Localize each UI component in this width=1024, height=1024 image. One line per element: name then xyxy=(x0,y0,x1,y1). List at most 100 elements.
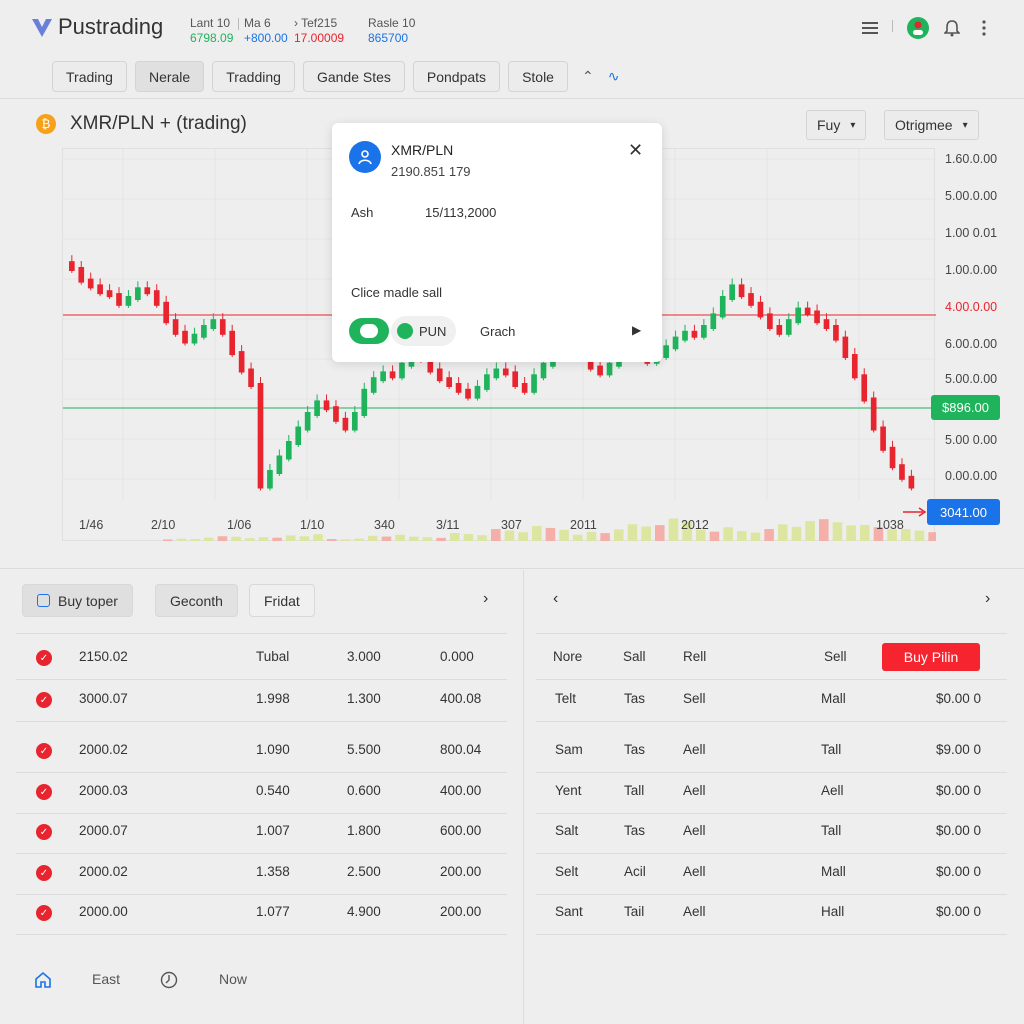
graph-link[interactable]: Grach xyxy=(480,324,515,339)
table-cell: Tall xyxy=(821,742,842,757)
volume-bar xyxy=(914,530,925,541)
user-icon[interactable] xyxy=(906,16,930,40)
table-cell: Aell xyxy=(683,904,706,919)
candle xyxy=(663,345,669,358)
footer-now[interactable]: Now xyxy=(219,971,247,987)
tab-stole[interactable]: Stole xyxy=(508,61,568,92)
y-axis-label: 5.00.0.00 xyxy=(945,372,998,386)
candle xyxy=(484,374,490,390)
tab-tradding[interactable]: Tradding xyxy=(212,61,295,92)
candle xyxy=(182,330,188,344)
play-icon[interactable]: ▶ xyxy=(632,323,641,337)
table-cell: 1.998 xyxy=(256,691,290,706)
option-select[interactable]: Otrigmee ▾ xyxy=(884,110,979,140)
candle xyxy=(97,284,103,295)
candle xyxy=(889,446,896,469)
clock-icon[interactable] xyxy=(160,971,178,992)
column-header: Sall xyxy=(623,649,646,664)
close-icon[interactable]: ✕ xyxy=(628,140,643,161)
candle xyxy=(172,319,179,335)
table-cell: Tas xyxy=(624,691,646,706)
candle xyxy=(738,284,745,298)
volume-bar xyxy=(395,534,405,541)
volume-bar xyxy=(176,538,187,541)
table-cell: Salt xyxy=(555,823,579,838)
candle xyxy=(493,368,500,379)
x-axis-label: 1038 xyxy=(876,518,904,532)
volume-bar xyxy=(832,522,843,541)
wallet-icon xyxy=(37,594,50,607)
chevron-right-icon[interactable]: › xyxy=(483,590,488,608)
volume-bar xyxy=(819,519,829,541)
table-cell: 2.500 xyxy=(347,864,381,879)
divider xyxy=(16,633,507,634)
candle xyxy=(757,301,764,318)
app-logo[interactable]: Pustrading xyxy=(30,14,163,40)
candle xyxy=(446,377,452,387)
type-select[interactable]: Fuy ▾ xyxy=(806,110,867,140)
chevron-right-icon[interactable]: › xyxy=(985,590,990,608)
ticker-label: Rasle 10 xyxy=(368,16,416,30)
candle xyxy=(729,284,735,300)
link-icon[interactable]: ∿ xyxy=(608,68,620,85)
candle xyxy=(521,383,528,393)
candle xyxy=(540,362,547,379)
table-cell: Aell xyxy=(683,823,706,838)
table-cell: Selt xyxy=(555,864,579,879)
tab-pondpats[interactable]: Pondpats xyxy=(412,61,501,92)
volume-bar xyxy=(737,531,747,541)
tab-geconth[interactable]: Geconth xyxy=(155,584,238,617)
candle xyxy=(682,330,688,341)
tab-trading[interactable]: Trading xyxy=(52,61,127,92)
divider xyxy=(536,853,1007,854)
currency-chip[interactable]: PUN xyxy=(391,316,457,346)
candle xyxy=(795,307,802,324)
candle xyxy=(767,313,773,329)
footer-east[interactable]: East xyxy=(92,971,120,987)
table-cell: 2000.00 xyxy=(79,904,128,919)
candle xyxy=(285,441,292,460)
candle xyxy=(474,385,481,399)
divider xyxy=(536,721,1007,722)
divider xyxy=(16,679,507,680)
popup-subtitle: 2190.851 179 xyxy=(391,164,471,179)
table-cell: 1.300 xyxy=(347,691,381,706)
table-cell: 3.000 xyxy=(347,649,381,664)
ticker-3: › Tef215 17.00009 xyxy=(294,16,344,46)
y-axis-label: 5.00.0.00 xyxy=(945,189,998,203)
more-icon[interactable] xyxy=(972,16,996,40)
table-cell: Tail xyxy=(624,904,645,919)
chevron-up-icon[interactable]: ⌃ xyxy=(582,68,594,85)
table-cell: Tall xyxy=(821,823,842,838)
candle xyxy=(870,397,877,431)
chevron-left-icon[interactable]: ‹ xyxy=(553,590,558,608)
candle xyxy=(814,310,820,324)
chevron-down-icon: ▾ xyxy=(850,119,856,131)
volume-bar xyxy=(928,532,936,541)
buy-button[interactable]: Buy Pilin xyxy=(882,643,980,671)
candle xyxy=(691,330,698,338)
bell-icon[interactable] xyxy=(940,16,964,40)
ticker-value: 865700 xyxy=(368,31,409,45)
volume-bar xyxy=(286,535,296,541)
candle xyxy=(370,377,377,393)
tab-fridat[interactable]: Fridat xyxy=(249,584,315,617)
candle xyxy=(201,325,207,338)
table-cell: Acil xyxy=(624,864,646,879)
volume-bar xyxy=(190,539,200,541)
tab-gande-stes[interactable]: Gande Stes xyxy=(302,61,405,92)
x-axis-label: 3/11 xyxy=(436,518,460,532)
home-icon[interactable] xyxy=(34,971,52,992)
volume-bar xyxy=(655,525,665,541)
candle xyxy=(512,371,519,387)
tab-nerale[interactable]: Nerale xyxy=(134,61,205,92)
mode-toggle[interactable] xyxy=(349,318,389,344)
volume-bar xyxy=(299,536,310,541)
divider xyxy=(0,98,1024,99)
coin-icon: ₿ xyxy=(36,114,56,134)
table-cell: 1.077 xyxy=(256,904,290,919)
tab-buy-toper[interactable]: Buy toper xyxy=(22,584,133,617)
candle xyxy=(352,412,358,431)
menu-icon[interactable] xyxy=(858,16,882,40)
divider xyxy=(16,772,507,773)
